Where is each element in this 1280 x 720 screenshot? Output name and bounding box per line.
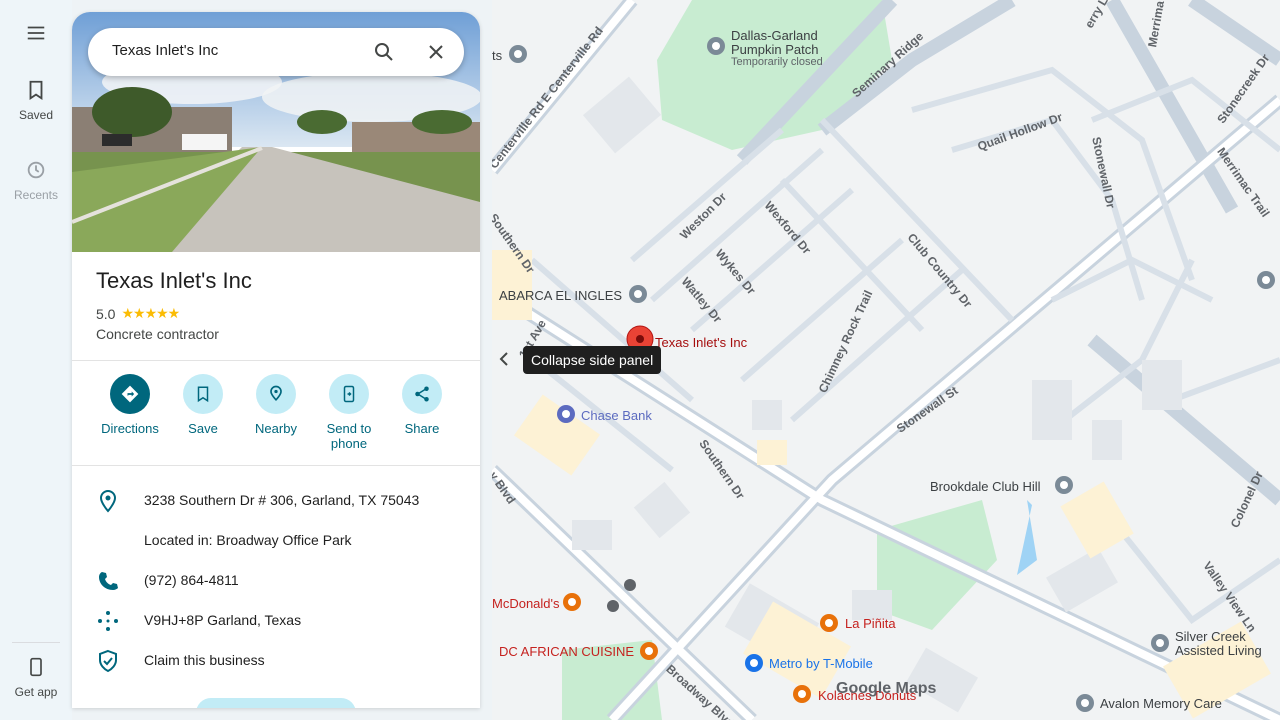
- nearby-button[interactable]: Nearby: [234, 374, 318, 436]
- poi-label[interactable]: Assisted Living: [1175, 643, 1262, 658]
- google-maps-logo: Google Maps: [836, 680, 937, 697]
- action-buttons: Directions Save Nearby Send to phone Sha…: [88, 374, 464, 464]
- menu-icon: [27, 26, 45, 40]
- divider: [72, 465, 480, 466]
- rating-value: 5.0: [96, 305, 116, 322]
- poi-label[interactable]: La Piñita: [845, 616, 896, 631]
- saved-button[interactable]: Saved: [0, 78, 72, 122]
- search-box: [88, 28, 464, 76]
- location-pin-icon: [99, 489, 117, 513]
- address-text: 3238 Southern Dr # 306, Garland, TX 7504…: [144, 492, 420, 508]
- poi-label[interactable]: Silver Creek: [1175, 629, 1246, 644]
- menu-button[interactable]: [0, 22, 72, 50]
- plus-code-row[interactable]: V9HJ+8P Garland, Texas: [96, 609, 466, 633]
- phone-row[interactable]: (972) 864-4811: [96, 569, 466, 593]
- bookmark-icon: [197, 386, 209, 403]
- poi-status: Temporarily closed: [731, 56, 823, 68]
- directions-label: Directions: [101, 421, 159, 436]
- get-app-button[interactable]: Get app: [12, 642, 60, 699]
- poi-label[interactable]: DC AFRICAN CUISINE: [499, 644, 634, 659]
- send-to-phone-icon: [343, 385, 355, 403]
- save-label: Save: [188, 421, 218, 436]
- side-panel: Texas Inlet's Inc 5.0 ★★★★★ Concrete con…: [72, 12, 480, 708]
- send-label-line1: Send to: [326, 421, 372, 436]
- send-label-line2: phone: [330, 436, 368, 451]
- phone-text: (972) 864-4811: [144, 572, 239, 588]
- located-in-text: Located in: Broadway Office Park: [144, 532, 352, 548]
- bookmark-icon: [29, 80, 43, 100]
- bottom-action-button[interactable]: [196, 698, 356, 708]
- history-icon: [27, 161, 45, 179]
- address-row[interactable]: 3238 Southern Dr # 306, Garland, TX 7504…: [96, 489, 466, 513]
- phone-icon: [30, 657, 42, 677]
- collapse-tooltip: Collapse side panel: [523, 346, 662, 374]
- saved-label: Saved: [18, 108, 54, 122]
- poi-label[interactable]: Pumpkin Patch: [731, 42, 818, 57]
- poi-label[interactable]: Brookdale Club Hill: [930, 479, 1041, 494]
- divider: [72, 360, 480, 361]
- claim-text: Claim this business: [144, 652, 265, 668]
- poi-label[interactable]: McDonald's: [492, 596, 560, 611]
- nearby-label: Nearby: [255, 421, 297, 436]
- share-button[interactable]: Share: [380, 374, 464, 436]
- collapse-panel-button[interactable]: [494, 346, 514, 372]
- send-to-phone-button[interactable]: Send to phone: [307, 374, 391, 451]
- plus-code-icon: [98, 611, 118, 631]
- save-button[interactable]: Save: [161, 374, 245, 436]
- located-in-row[interactable]: Located in: Broadway Office Park: [96, 529, 466, 553]
- star-rating: ★★★★★: [121, 305, 180, 321]
- search-input[interactable]: [112, 42, 352, 59]
- recents-label: Recents: [13, 188, 59, 202]
- poi-label[interactable]: Avalon Memory Care: [1100, 696, 1222, 711]
- place-title: Texas Inlet's Inc: [96, 268, 252, 293]
- poi-label: ts: [492, 48, 503, 63]
- poi-label[interactable]: Dallas-Garland: [731, 28, 818, 43]
- place-photo[interactable]: [72, 12, 480, 252]
- place-category[interactable]: Concrete contractor: [96, 326, 219, 342]
- poi-label[interactable]: Metro by T-Mobile: [769, 656, 873, 671]
- left-rail: Saved Recents Get app: [0, 0, 72, 720]
- directions-button[interactable]: Directions: [88, 374, 172, 436]
- search-icon[interactable]: [372, 40, 396, 64]
- chevron-left-icon: [499, 352, 508, 366]
- get-app-label: Get app: [14, 685, 58, 699]
- claim-business-row[interactable]: Claim this business: [96, 649, 466, 673]
- recents-button[interactable]: Recents: [0, 158, 72, 202]
- nearby-icon: [270, 385, 282, 402]
- plus-code-text: V9HJ+8P Garland, Texas: [144, 612, 302, 628]
- verified-shield-icon: [99, 649, 117, 673]
- share-label: Share: [404, 421, 440, 436]
- poi-label[interactable]: ABARCA EL INGLES: [499, 288, 622, 303]
- directions-icon: [121, 385, 139, 403]
- poi-label[interactable]: Chase Bank: [581, 408, 652, 423]
- rating-row[interactable]: 5.0 ★★★★★: [96, 305, 180, 322]
- phone-icon: [99, 572, 118, 590]
- marker-label[interactable]: Texas Inlet's Inc: [655, 335, 747, 350]
- close-icon[interactable]: [424, 40, 448, 64]
- share-icon: [415, 386, 429, 402]
